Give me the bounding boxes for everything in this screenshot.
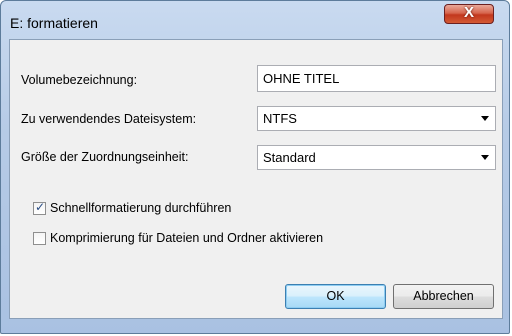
volume-name-input[interactable]: OHNE TITEL xyxy=(257,65,496,92)
filesystem-select[interactable]: NTFS xyxy=(257,106,496,131)
allocation-unit-select[interactable]: Standard xyxy=(257,145,496,170)
dialog-content: Volumebezeichnung: OHNE TITEL Zu verwend… xyxy=(9,39,503,319)
allocation-value: Standard xyxy=(263,150,316,165)
ok-button[interactable]: OK xyxy=(285,284,386,309)
volume-label: Volumebezeichnung: xyxy=(21,73,138,87)
title-bar[interactable]: E: formatieren X xyxy=(1,1,509,31)
quick-format-label[interactable]: Schnellformatierung durchführen xyxy=(50,201,231,215)
checkmark-icon: ✓ xyxy=(35,200,46,214)
close-icon: X xyxy=(463,4,474,21)
format-dialog: E: formatieren X Volumebezeichnung: OHNE… xyxy=(0,0,510,334)
quick-format-checkbox[interactable]: ✓ xyxy=(33,200,46,215)
dialog-title: E: formatieren xyxy=(10,15,98,31)
close-button[interactable]: X xyxy=(444,4,494,24)
filesystem-label: Zu verwendendes Dateisystem: xyxy=(21,112,197,126)
chevron-down-icon xyxy=(481,155,489,160)
filesystem-value: NTFS xyxy=(263,111,297,126)
cancel-button[interactable]: Abbrechen xyxy=(393,284,494,309)
compress-label[interactable]: Komprimierung für Dateien und Ordner akt… xyxy=(50,231,323,245)
chevron-down-icon xyxy=(481,116,489,121)
allocation-label: Größe der Zuordnungseinheit: xyxy=(21,150,189,164)
compress-checkbox[interactable] xyxy=(33,232,46,245)
